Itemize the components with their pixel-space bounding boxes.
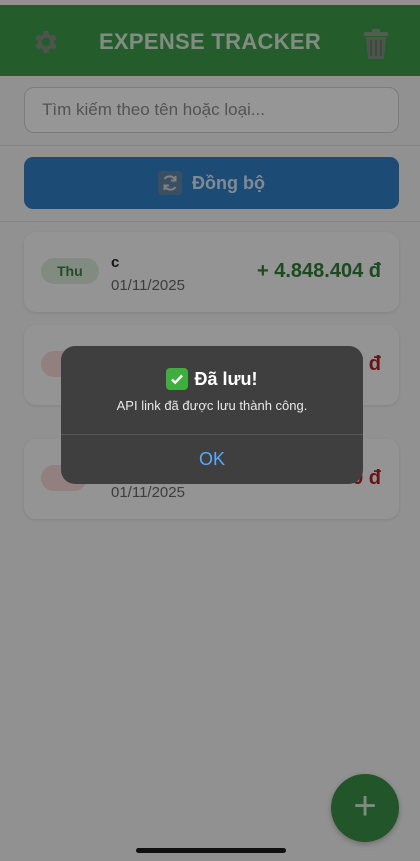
alert-message: API link đã được lưu thành công.	[116, 398, 308, 413]
check-mark-icon	[166, 368, 189, 390]
saved-alert-dialog: Đã lưu! API link đã được lưu thành công.…	[61, 346, 363, 484]
alert-ok-button[interactable]: OK	[61, 435, 363, 484]
alert-title-row: Đã lưu!	[61, 368, 363, 390]
expense-tracker-app: EXPENSE TRACKER Đồng bộ Thu c 01	[0, 0, 420, 861]
alert-title: Đã lưu!	[194, 368, 258, 389]
